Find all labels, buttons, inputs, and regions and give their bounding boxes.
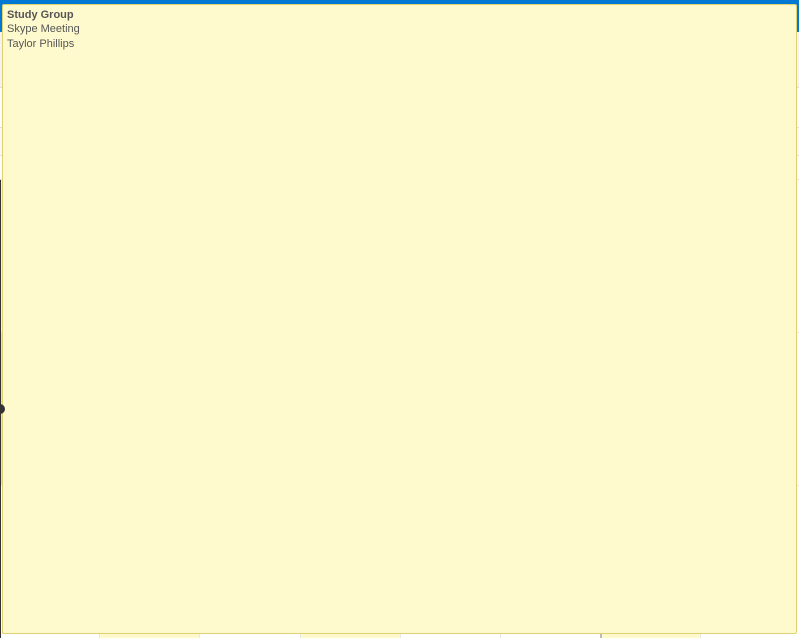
right-grid: Study Group Skype Meeting Taylor Phillip…: [600, 180, 799, 638]
calendar-body: Budget Meeting Skype Meeting Gardening W…: [0, 180, 799, 638]
study-group-event[interactable]: Study Group Skype Meeting Taylor Phillip…: [2, 4, 797, 634]
event-title: Study Group: [7, 8, 792, 22]
current-time-line: [0, 180, 1, 638]
event-subtitle: Skype Meeting: [7, 22, 792, 36]
event-person: Taylor Phillips: [7, 37, 792, 51]
right-row-3: Study Group Skype Meeting Taylor Phillip…: [602, 486, 799, 638]
right-col-8am-r3: Study Group Skype Meeting Taylor Phillip…: [602, 486, 701, 638]
